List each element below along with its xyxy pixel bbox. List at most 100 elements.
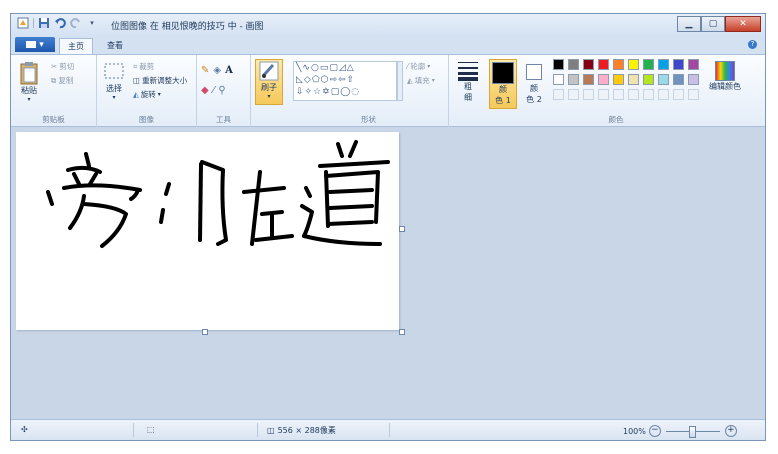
size-button[interactable]: 粗 细 [455,59,481,103]
palette-swatch[interactable] [598,89,609,100]
color1-button[interactable]: 颜 色 1 [489,59,517,109]
color-picker-icon[interactable]: ⁄ [213,85,215,96]
window-title: 位图图像 在 相见恨晚的技巧 中 - 画图 [111,22,264,32]
tab-view[interactable]: 查看 [99,38,131,54]
pencil-icon[interactable]: ✎ [201,65,209,76]
customize-qat-chevron-icon[interactable]: ▾ [86,17,98,29]
canvas-resize-handle-corner[interactable] [399,329,405,335]
resize-icon: ◫ [133,76,141,85]
palette-swatch[interactable] [688,89,699,100]
palette-swatch[interactable] [553,74,564,85]
crop-icon: ⌗ [133,61,138,71]
paste-icon [20,62,38,85]
shapes-scroll[interactable] [397,61,403,101]
ribbon-tab-row: ▾ 主页 查看 ? [11,36,765,54]
title-bar: ▾ 位图图像 在 相见恨晚的技巧 中 - 画图 ▁ ▢ ✕ [11,14,765,36]
palette-swatch[interactable] [613,89,624,100]
drawing-canvas[interactable] [16,132,399,330]
palette-swatch[interactable] [643,74,654,85]
palette-swatch[interactable] [673,74,684,85]
palette-swatch[interactable] [568,89,579,100]
palette-swatch[interactable] [658,59,669,70]
palette-swatch[interactable] [598,59,609,70]
palette-swatch[interactable] [613,74,624,85]
palette-swatch[interactable] [568,59,579,70]
minimize-button[interactable]: ▁ [677,16,701,32]
save-icon[interactable] [38,17,50,29]
paste-button[interactable]: 粘贴 ▾ [19,61,39,103]
select-button[interactable]: 选择 ▾ [103,61,125,101]
palette-swatch[interactable] [628,59,639,70]
palette-swatch[interactable] [673,89,684,100]
paint-window: ▾ 位图图像 在 相见恨晚的技巧 中 - 画图 ▁ ▢ ✕ ▾ 主页 查看 ? … [10,13,766,441]
shapes-group: ╲∿○▭▢◿△ ◺◇⬠⬡⇨⇦⇧ ⇩✧☆✡▢◯◌ ⁄ 轮廓 ▾ ◭ 填充 ▾ 形状 [289,55,449,127]
palette-swatch[interactable] [643,59,654,70]
image-group: 选择 ▾ ⌗ 裁剪 ◫ 重新调整大小 ◭ 旋转 ▾ 图像 [97,55,197,127]
zoom-in-icon[interactable]: + [724,425,737,437]
tools-group: ✎ ◈ A ◆ ⁄ ⚲ 工具 [197,55,251,127]
undo-icon[interactable] [54,17,66,29]
palette-swatch[interactable] [628,74,639,85]
palette-swatch[interactable] [643,89,654,100]
resize-button[interactable]: ◫ 重新调整大小 [133,75,187,86]
canvas-area[interactable] [11,127,765,421]
cut-button[interactable]: ✂ 剪切 [51,61,74,72]
brush-icon [259,61,279,81]
file-menu-button[interactable]: ▾ [15,37,55,52]
close-button[interactable]: ✕ [725,16,761,32]
palette-swatch[interactable] [598,74,609,85]
help-icon[interactable]: ? [748,40,757,49]
outline-button[interactable]: ⁄ 轮廓 ▾ [407,61,430,72]
magnifier-icon[interactable]: ⚲ [218,85,225,96]
zoom-out-icon[interactable]: − [648,425,661,437]
canvas-resize-handle-bottom[interactable] [202,329,208,335]
zoom-slider[interactable] [665,425,720,438]
palette-swatch[interactable] [583,74,594,85]
palette-swatch[interactable] [673,59,684,70]
scissors-icon: ✂ [51,62,58,71]
maximize-button[interactable]: ▢ [701,16,725,32]
brushes-dropdown-icon: ▾ [267,93,271,100]
canvas-resize-handle-right[interactable] [399,226,405,232]
image-dimensions-icon: ◫ [267,426,275,435]
palette-swatch[interactable] [658,89,669,100]
fill-button[interactable]: ◭ 填充 ▾ [407,75,435,86]
fill-bucket-icon[interactable]: ◈ [213,65,221,76]
handwritten-drawing [46,140,390,248]
palette-swatch[interactable] [553,89,564,100]
palette-swatch[interactable] [583,89,594,100]
eraser-icon[interactable]: ◆ [201,85,209,96]
edit-colors-icon [715,61,735,81]
edit-colors-button[interactable]: 编辑颜色 [707,61,743,92]
quick-access-toolbar: ▾ [17,17,98,29]
maximize-icon: ▢ [708,19,718,29]
zoom-slider-thumb[interactable] [688,425,696,438]
palette-swatch[interactable] [688,74,699,85]
brushes-button[interactable]: 刷子 ▾ [255,59,283,105]
shapes-gallery[interactable]: ╲∿○▭▢◿△ ◺◇⬠⬡⇨⇦⇧ ⇩✧☆✡▢◯◌ [293,61,397,101]
ribbon: 粘贴 ▾ ✂ 剪切 ⧉ 复制 剪贴板 选择 ▾ ⌗ 裁剪 ◫ 重新调整大小 ◭ … [11,54,765,127]
palette-swatch[interactable] [613,59,624,70]
rotate-icon: ◭ [133,90,139,99]
palette-swatch[interactable] [568,74,579,85]
palette-swatch[interactable] [628,89,639,100]
shapes-row-3: ⇩✧☆✡▢◯◌ [296,87,361,97]
tab-home[interactable]: 主页 [59,38,93,54]
palette-swatch[interactable] [553,59,564,70]
colors-group-label: 颜色 [608,115,624,124]
crop-button[interactable]: ⌗ 裁剪 [133,61,154,72]
palette-swatch[interactable] [658,74,669,85]
color-palette [553,59,703,105]
fill-icon: ◭ [407,76,413,85]
rotate-button[interactable]: ◭ 旋转 ▾ [133,89,161,100]
palette-swatch[interactable] [583,59,594,70]
palette-swatch[interactable] [688,59,699,70]
color2-button[interactable]: 颜 色 2 [521,59,547,105]
file-menu-icon [26,41,37,48]
colors-group: 颜 色 1 颜 色 2 编辑颜色 颜色 [485,55,747,127]
select-dropdown-icon: ▾ [112,94,116,101]
text-tool-icon[interactable]: A [225,65,233,76]
redo-icon[interactable] [70,17,82,29]
copy-button[interactable]: ⧉ 复制 [51,75,73,86]
paste-dropdown-icon: ▾ [27,96,31,103]
